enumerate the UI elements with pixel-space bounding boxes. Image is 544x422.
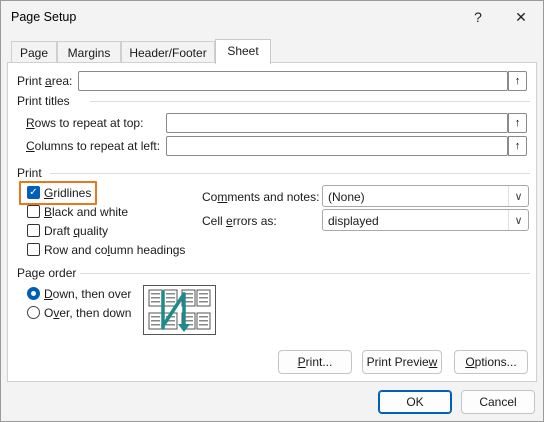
comments-notes-select[interactable]: (None) ∨ (322, 185, 529, 207)
page-order-down-then-over-icon (143, 285, 216, 335)
tab-margins-label: Margins (67, 46, 111, 60)
cell-errors-select[interactable]: displayed ∨ (322, 209, 529, 231)
tab-margins[interactable]: Margins (57, 41, 121, 63)
over-then-down-radio[interactable] (27, 306, 40, 319)
close-button[interactable]: ✕ (506, 5, 536, 29)
title-bar: Page Setup ? ✕ (1, 1, 543, 33)
draft-quality-checkbox[interactable] (27, 224, 40, 237)
tab-header-footer[interactable]: Header/Footer (121, 41, 215, 63)
columns-collapse-button[interactable]: ↑ (508, 136, 527, 156)
print-titles-heading: Print titles (17, 94, 70, 108)
cancel-button[interactable]: Cancel (461, 390, 535, 414)
page-setup-dialog: Page Setup ? ✕ Page Margins Header/Foote… (0, 0, 544, 422)
print-titles-separator (90, 101, 530, 102)
options-button[interactable]: Options... (454, 350, 528, 374)
help-icon: ? (474, 9, 482, 25)
down-then-over-radio[interactable] (27, 287, 40, 300)
dialog-title: Page Setup (11, 10, 77, 24)
sheet-panel: Print area: ↑ Print titles Rows to repea… (7, 62, 537, 382)
over-then-down-label[interactable]: Over, then down (44, 306, 131, 320)
help-button[interactable]: ? (463, 5, 493, 29)
arrow-up-icon: ↑ (514, 75, 521, 87)
print-area-label: Print area: (17, 74, 73, 88)
print-heading: Print (17, 166, 42, 180)
print-area-input[interactable] (78, 71, 508, 91)
columns-to-repeat-input[interactable] (166, 136, 508, 156)
row-column-headings-checkbox[interactable] (27, 243, 40, 256)
down-then-over-label[interactable]: Down, then over (44, 287, 131, 301)
chevron-down-icon: ∨ (508, 210, 528, 230)
checkmark-icon: ✓ (29, 187, 38, 198)
print-button[interactable]: Print... (278, 350, 352, 374)
rows-to-repeat-label: Rows to repeat at top: (26, 116, 144, 130)
tab-page[interactable]: Page (11, 41, 57, 63)
close-icon: ✕ (515, 8, 527, 25)
page-order-separator (80, 273, 530, 274)
chevron-down-icon: ∨ (508, 186, 528, 206)
black-and-white-label[interactable]: Black and white (44, 205, 128, 219)
rows-collapse-button[interactable]: ↑ (508, 113, 527, 133)
gridlines-label[interactable]: Gridlines (44, 186, 91, 200)
columns-to-repeat-label: Columns to repeat at left: (26, 139, 161, 153)
row-column-headings-label[interactable]: Row and column headings (44, 243, 185, 257)
tab-sheet[interactable]: Sheet (215, 39, 271, 64)
arrow-up-icon: ↑ (514, 140, 521, 152)
print-preview-button[interactable]: Print Previe w (362, 350, 442, 374)
rows-to-repeat-input[interactable] (166, 113, 508, 133)
comments-notes-value: (None) (328, 190, 365, 204)
arrow-up-icon: ↑ (514, 117, 521, 129)
draft-quality-label[interactable]: Draft quality (44, 224, 108, 238)
gridlines-checkbox[interactable]: ✓ (27, 186, 40, 199)
page-order-heading: Page order (17, 266, 77, 280)
ok-button[interactable]: OK (378, 390, 452, 414)
tab-header-footer-label: Header/Footer (129, 46, 207, 60)
cell-errors-value: displayed (328, 214, 379, 228)
tab-page-label: Page (19, 46, 49, 60)
print-separator (50, 173, 530, 174)
black-and-white-checkbox[interactable] (27, 205, 40, 218)
cell-errors-label: Cell errors as: (202, 214, 277, 228)
print-area-collapse-button[interactable]: ↑ (508, 71, 527, 91)
comments-notes-label: Comments and notes: (202, 190, 320, 204)
tab-sheet-label: Sheet (227, 44, 259, 58)
